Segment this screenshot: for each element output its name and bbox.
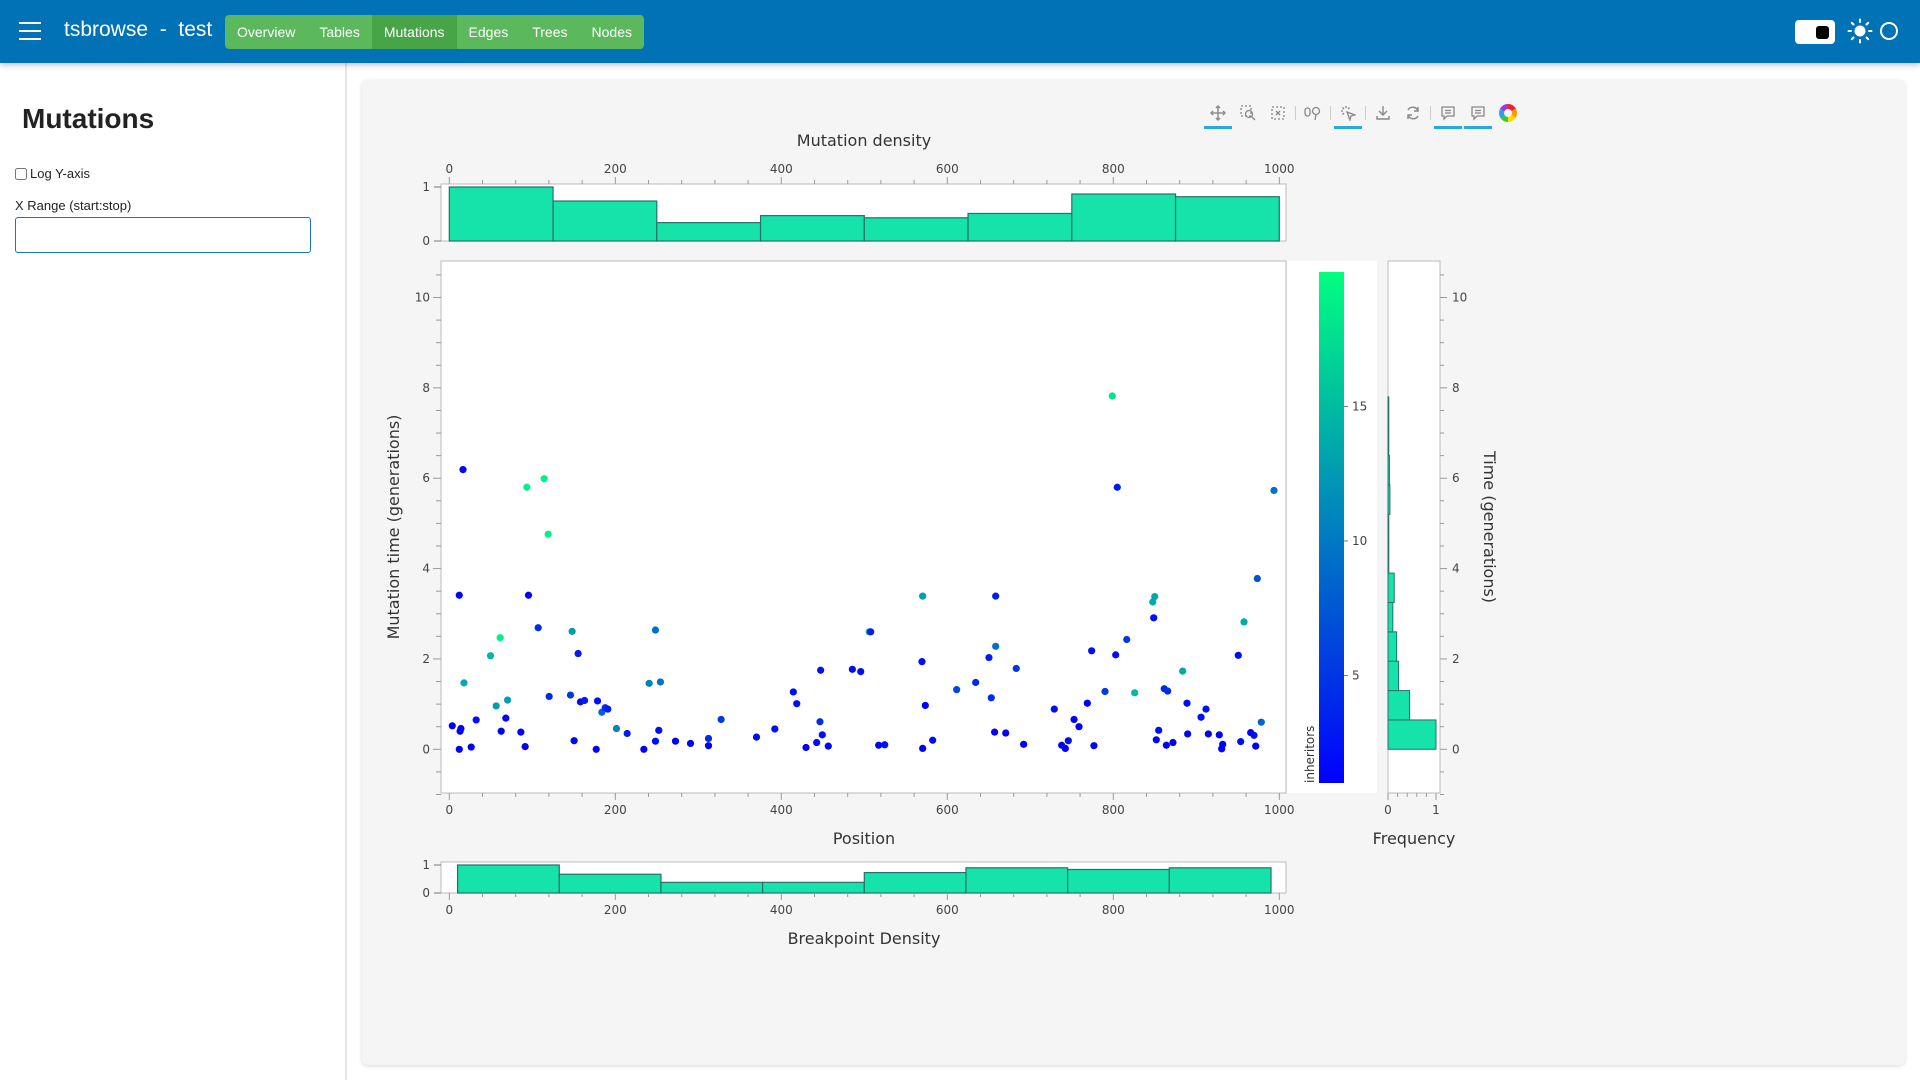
bokeh-logo[interactable] [1493,99,1523,127]
tab-edges[interactable]: Edges [457,15,521,49]
save-icon[interactable] [1368,99,1398,127]
hover-icon[interactable] [1433,99,1463,129]
reset-icon[interactable] [1398,99,1428,127]
lasso-icon[interactable] [1298,99,1328,127]
sun-icon[interactable] [1847,18,1873,44]
pan-icon[interactable] [1203,99,1233,129]
page-title: Mutations [22,103,155,134]
box-zoom-icon[interactable] [1233,99,1263,127]
tab-nodes[interactable]: Nodes [580,15,644,49]
tab-overview[interactable]: Overview [225,15,307,49]
toolbar-divider [1430,106,1431,120]
sidebar: Mutations Log Y-axis X Range (start:stop… [0,63,347,1080]
tab-mutations[interactable]: Mutations [371,15,457,49]
app-header: tsbrowse - test Overview Tables Mutation… [0,0,1920,63]
log-y-checkbox[interactable] [15,167,27,180]
tab-trees[interactable]: Trees [520,15,579,49]
toggle-knob [1816,26,1829,39]
plot-toolbar [1203,98,1523,129]
toolbar-divider [1330,106,1331,120]
bokeh-logo-icon [1499,104,1517,122]
tap-icon[interactable] [1333,99,1363,129]
toolbar-divider [1295,106,1296,120]
log-y-option[interactable]: Log Y-axis [15,166,90,181]
theme-toggle[interactable] [1795,20,1835,44]
x-range-label: X Range (start:stop) [15,198,132,213]
hover-icon-2[interactable] [1463,99,1493,129]
plot-panel [362,80,1905,1065]
tab-tables[interactable]: Tables [307,15,371,49]
toolbar-divider [1365,106,1366,120]
nav-tabs: Overview Tables Mutations Edges Trees No… [225,15,644,49]
box-select-icon[interactable] [1263,99,1293,127]
log-y-label: Log Y-axis [30,166,90,181]
menu-icon[interactable] [19,22,41,40]
app-title: tsbrowse - test [64,18,213,41]
x-range-input[interactable] [15,217,311,253]
circle-icon[interactable] [1880,22,1898,40]
